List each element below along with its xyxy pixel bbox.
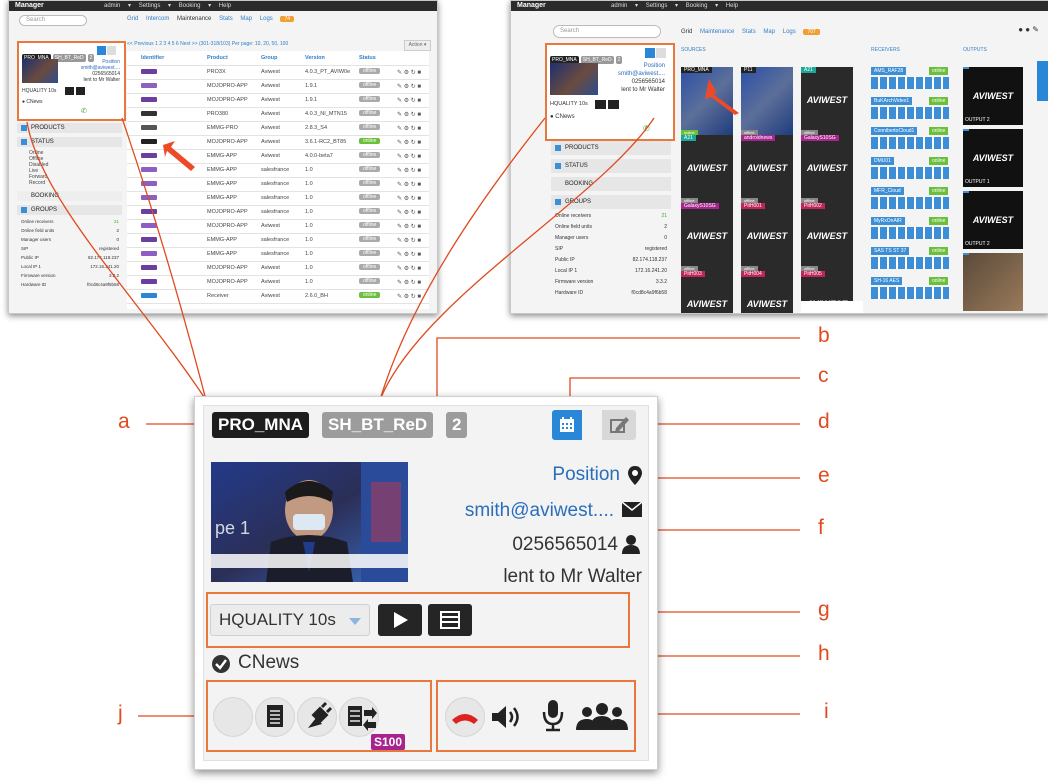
callout-j: j — [118, 702, 123, 725]
phone-number: 0256565014 — [512, 534, 618, 555]
callout-i: i — [824, 700, 829, 723]
callout-g: g — [818, 598, 830, 621]
callout-f: f — [818, 516, 824, 539]
callout-b: b — [818, 324, 830, 347]
position-link[interactable]: Position — [552, 464, 620, 486]
location-pin-icon — [628, 466, 642, 485]
callout-h: h — [818, 642, 830, 665]
unit-name-label: PRO_MNA — [212, 412, 310, 438]
callout-d: d — [818, 410, 830, 433]
secondary-unit-label: SH_BT_ReD — [322, 412, 434, 438]
video-preview-image: pe 1 — [211, 462, 408, 582]
live-preview-thumbnail: pe 1 — [211, 462, 408, 582]
highlight-g — [206, 592, 630, 648]
unit-count-badge: 2 — [446, 412, 468, 438]
callout-e: e — [818, 464, 830, 487]
check-circle-icon — [212, 655, 230, 673]
highlight-i — [436, 680, 636, 752]
channel-name: CNews — [238, 652, 300, 673]
svg-text:pe 1: pe 1 — [215, 518, 250, 538]
lent-to-text: lent to Mr Walter — [503, 566, 642, 587]
edit-icon — [610, 417, 629, 433]
email-link[interactable]: smith@aviwest.... — [465, 500, 614, 522]
calendar-icon — [560, 417, 574, 432]
user-icon — [622, 535, 640, 554]
callout-c: c — [818, 364, 829, 387]
booking-calendar-button[interactable] — [552, 410, 582, 440]
highlight-j — [206, 680, 432, 752]
edit-button[interactable] — [602, 410, 636, 440]
unit-info-block: Position smith@aviwest.... 0256565014 le… — [420, 464, 648, 590]
envelope-icon — [622, 502, 642, 517]
callout-a: a — [118, 410, 130, 433]
